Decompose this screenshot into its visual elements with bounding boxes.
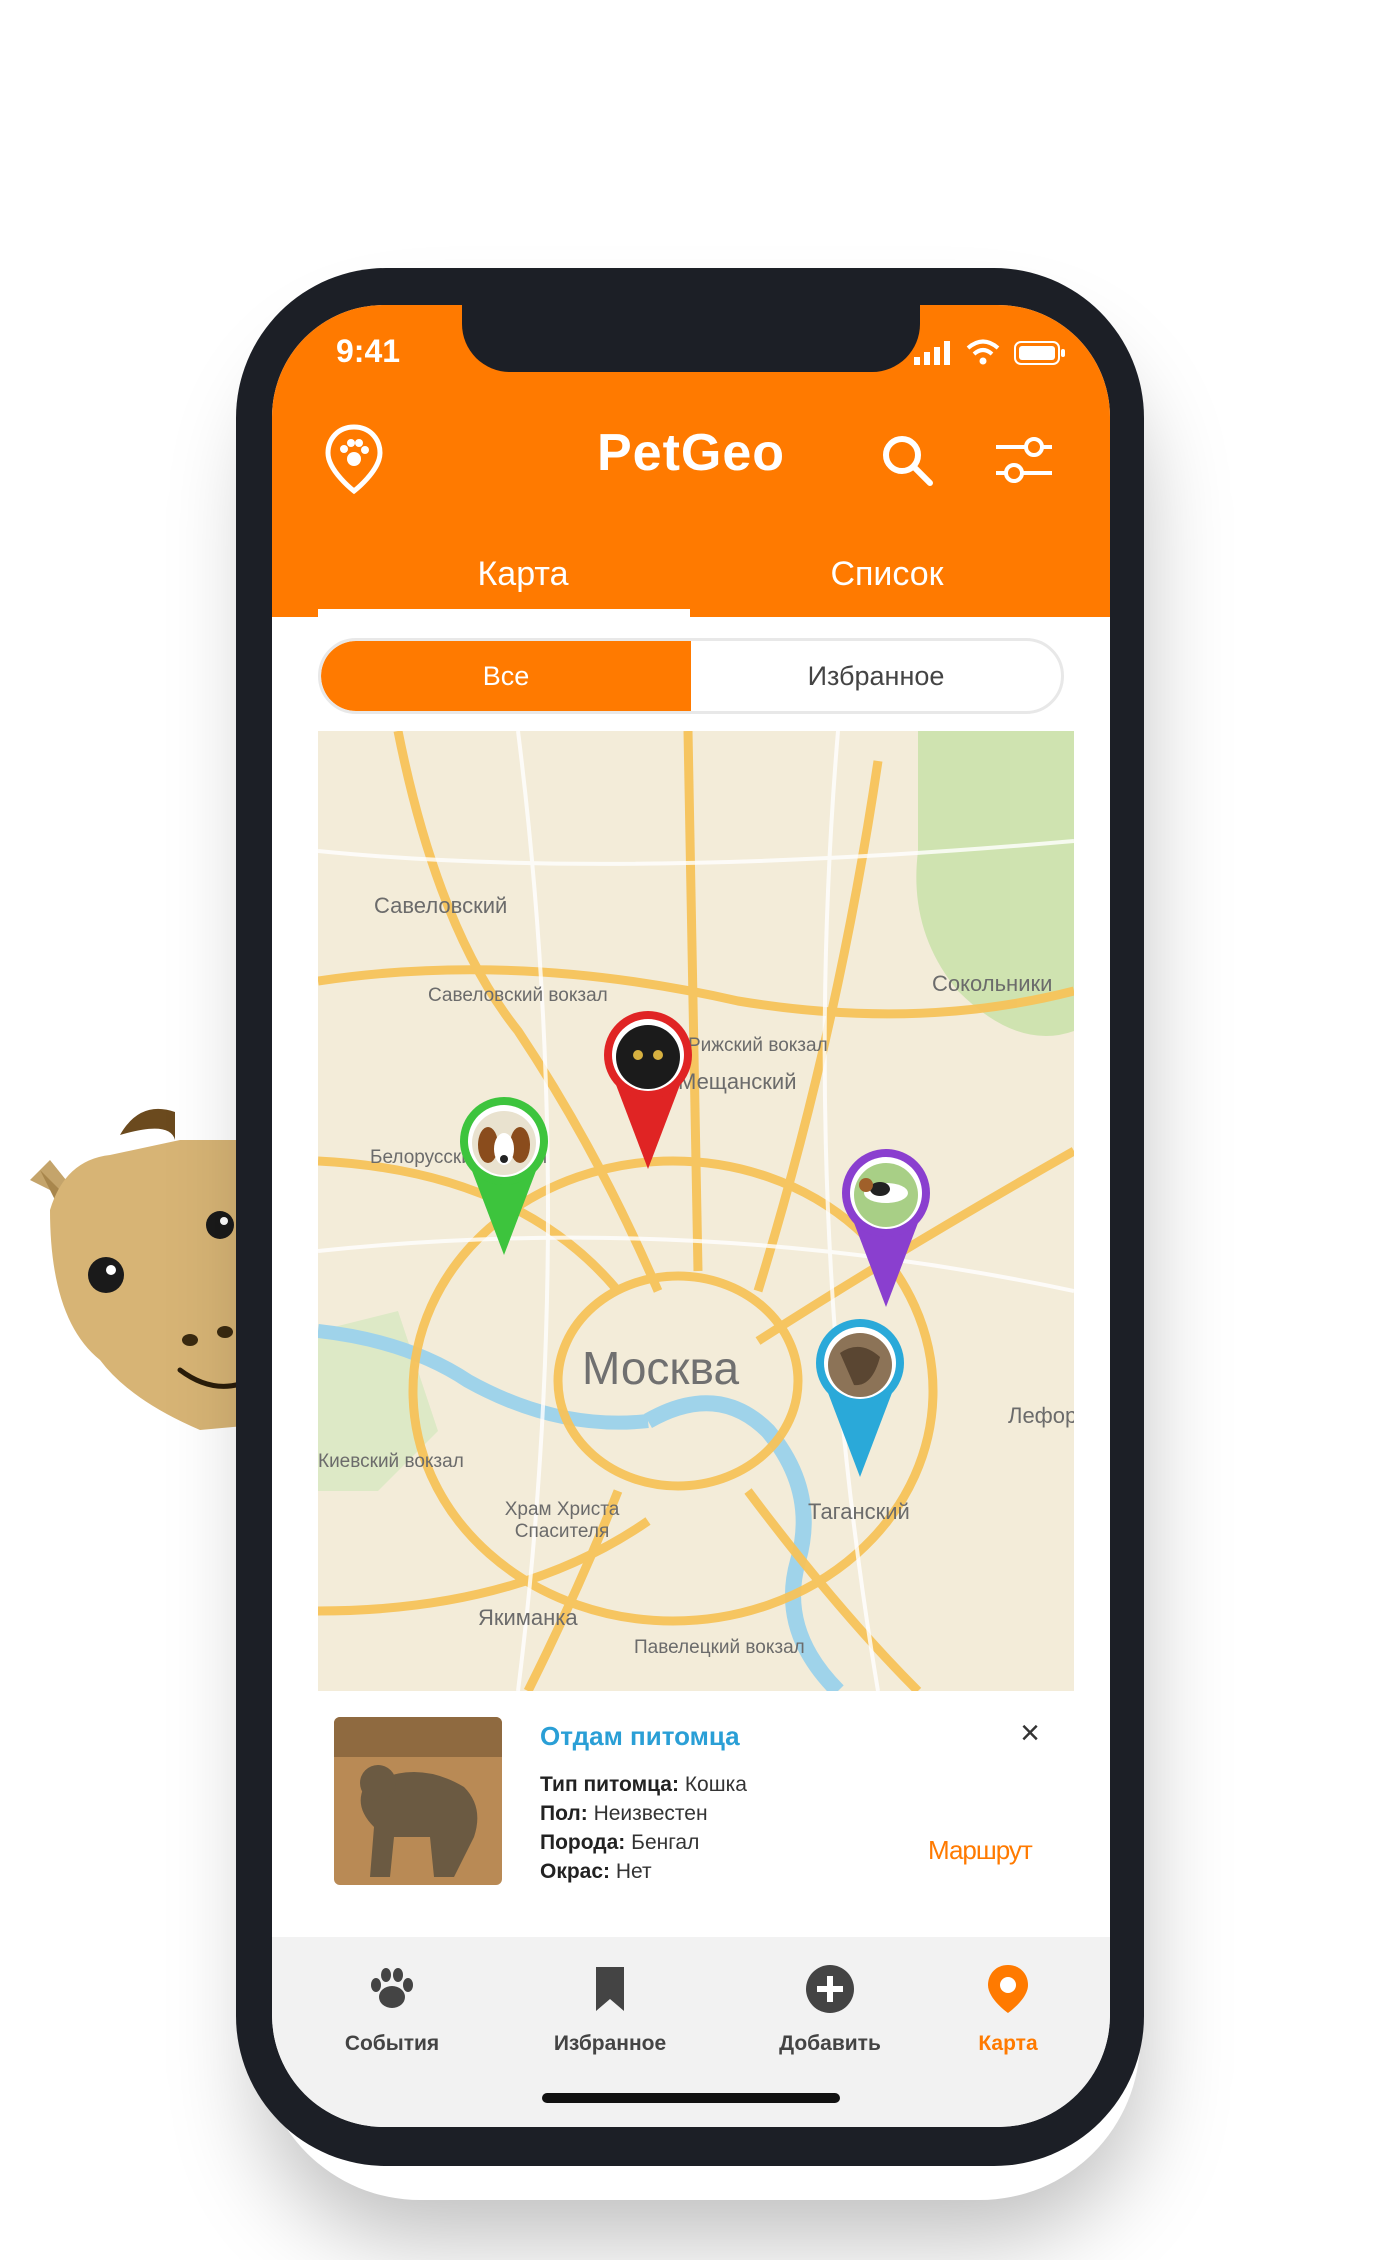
map-pin-dog-purple[interactable] (840, 1147, 932, 1311)
segment-favorites[interactable]: Избранное (691, 641, 1061, 711)
status-time: 9:41 (336, 333, 401, 369)
nav-add[interactable]: Добавить (730, 1963, 930, 2056)
phone-notch (462, 300, 920, 372)
map-background (318, 731, 1074, 1691)
paw-icon (371, 1968, 413, 2008)
card-title: Отдам питомца (540, 1721, 740, 1751)
map-view[interactable]: Савеловский Савеловский вокзал Рижский в… (318, 731, 1074, 1691)
pet-breed-row: Порода: Бенгал (540, 1831, 699, 1855)
row-label: Пол: (540, 1802, 588, 1825)
row-value: Нет (615, 1860, 652, 1883)
pet-color-row: Окрас: Нет (540, 1860, 652, 1884)
filter-segment: Все Избранное (318, 638, 1064, 714)
pet-info-card[interactable]: Отдам питомца × Тип питомца: Кошка Пол: … (272, 1691, 1110, 1927)
home-indicator[interactable] (542, 2093, 840, 2103)
nav-label: Добавить (779, 2032, 881, 2055)
map-label: Савеловский (374, 893, 508, 918)
map-pin-cat-red[interactable] (602, 1009, 694, 1173)
nav-label: События (344, 2032, 440, 2055)
segment-all[interactable]: Все (321, 641, 691, 711)
nav-label: Избранное (553, 2032, 667, 2055)
active-tab-indicator (318, 609, 690, 617)
row-value: Неизвестен (593, 1802, 708, 1825)
wifi-icon (966, 339, 1000, 365)
map-pin-dog-green[interactable] (458, 1095, 550, 1259)
pet-type-row: Тип питомца: Кошка (540, 1773, 747, 1797)
row-label: Окрас: (540, 1860, 611, 1883)
map-label: Мещанский (678, 1069, 797, 1094)
nav-map[interactable]: Карта (908, 1963, 1108, 2056)
row-label: Порода: (540, 1831, 626, 1854)
pet-photo (334, 1717, 502, 1885)
map-label: Павелецкий вокзал (634, 1637, 805, 1658)
bookmark-icon (596, 1967, 624, 2011)
map-city-label: Москва (582, 1342, 740, 1394)
close-icon[interactable]: × (1010, 1713, 1050, 1753)
status-icons (914, 339, 1066, 365)
map-label: Якиманка (478, 1605, 578, 1630)
map-pin-cat-blue[interactable] (814, 1317, 906, 1481)
route-button[interactable]: Маршрут (928, 1835, 1033, 1866)
map-label: Киевский вокзал (318, 1451, 464, 1472)
row-label: Тип питомца: (540, 1773, 679, 1796)
signal-icon (914, 341, 950, 365)
map-pin-icon (988, 1965, 1028, 2013)
nav-favorites[interactable]: Избранное (510, 1963, 710, 2056)
map-label: Рижский вокзал (688, 1035, 828, 1056)
tab-map[interactable]: Карта (398, 555, 648, 594)
map-label: Таганский (808, 1499, 910, 1524)
bottom-nav: События Избранное Добавить Карта (272, 1937, 1110, 2127)
nav-events[interactable]: События (292, 1963, 492, 2056)
row-value: Кошка (684, 1773, 747, 1796)
map-label: Лефортово (1008, 1403, 1074, 1428)
battery-icon (1014, 341, 1065, 365)
filter-icon[interactable] (994, 433, 1054, 487)
pet-sex-row: Пол: Неизвестен (540, 1802, 708, 1826)
row-value: Бенгал (631, 1831, 700, 1854)
plus-circle-icon (806, 1965, 854, 2013)
search-icon[interactable] (880, 433, 934, 487)
map-label: Храм Христа Спасителя (504, 1499, 620, 1542)
map-label: Сокольники (932, 971, 1053, 996)
tab-list[interactable]: Список (702, 555, 1072, 594)
map-label: Савеловский вокзал (428, 985, 608, 1006)
app-screen: 9:41 PetGeo Карта Список Все Избранное С… (272, 305, 1110, 2127)
app-title: PetGeo (596, 424, 786, 482)
nav-label: Карта (978, 2032, 1038, 2055)
